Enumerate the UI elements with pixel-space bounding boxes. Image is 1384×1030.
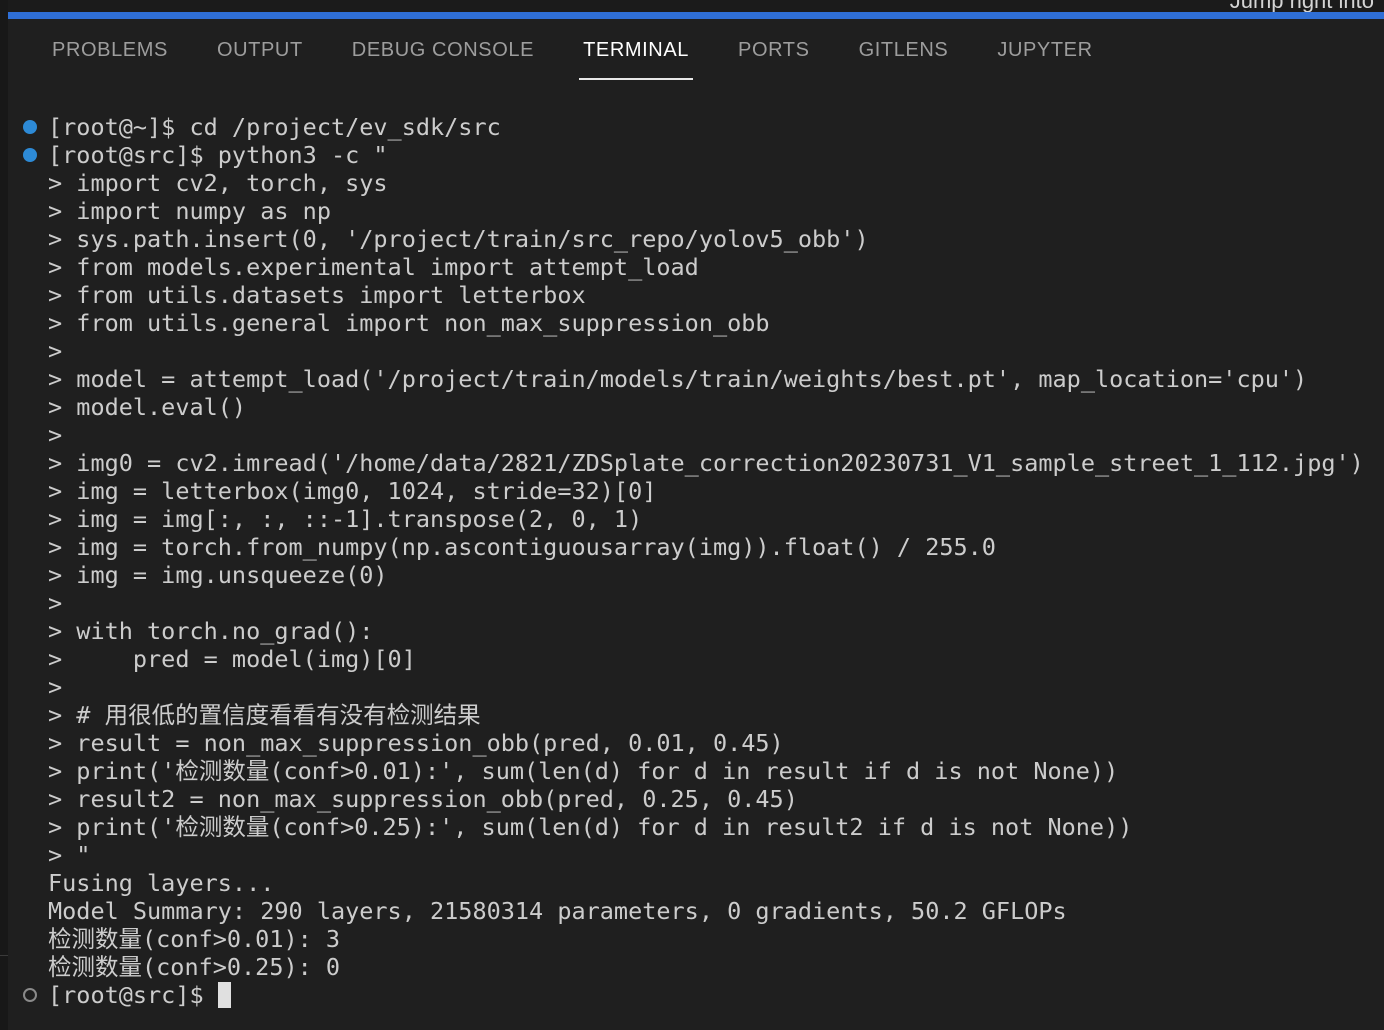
terminal-line: [root@~]$ cd /project/ev_sdk/src [8,113,1384,141]
terminal-line: 检测数量(conf>0.01): 3 [48,925,341,953]
tab-jupyter[interactable]: JUPYTER [993,19,1096,81]
terminal-output[interactable]: [root@~]$ cd /project/ev_sdk/src [root@s… [8,113,1384,1023]
terminal-line: > result2 = non_max_suppression_obb(pred… [48,785,798,813]
terminal-line: > img0 = cv2.imread('/home/data/2821/ZDS… [48,449,1364,477]
command-success-icon[interactable] [23,120,37,134]
panel-accent-bar [8,12,1384,19]
terminal-line: > import cv2, torch, sys [48,169,388,197]
terminal-line: > model = attempt_load('/project/train/m… [48,365,1308,393]
terminal-line: > print('检测数量(conf>0.25):', sum(len(d) f… [48,813,1133,841]
tab-terminal[interactable]: TERMINAL [579,19,693,81]
terminal-line: > print('检测数量(conf>0.01):', sum(len(d) f… [48,757,1119,785]
gutter-divider [0,955,8,956]
terminal-line: > from utils.datasets import letterbox [48,281,586,309]
terminal-line: [root@src]$ python3 -c " [8,141,1384,169]
terminal-line: > result = non_max_suppression_obb(pred,… [48,729,784,757]
terminal-line: > from utils.general import non_max_supp… [48,309,770,337]
terminal-line: > # 用很低的置信度看看有没有检测结果 [48,701,481,729]
tab-problems[interactable]: PROBLEMS [48,19,172,81]
tab-output[interactable]: OUTPUT [213,19,307,81]
panel-tab-bar: PROBLEMS OUTPUT DEBUG CONSOLE TERMINAL P… [8,19,1384,81]
editor-peek-strip: Jump right into [8,0,1384,13]
command-success-icon[interactable] [23,148,37,162]
terminal-line: > " [48,841,91,869]
terminal-line: > [48,337,63,365]
terminal-line: > [48,673,63,701]
terminal-line: > img = torch.from_numpy(np.ascontiguous… [48,533,996,561]
terminal-line: > model.eval() [48,393,247,421]
prompt-text: [root@src]$ [48,981,218,1009]
terminal-line: > from models.experimental import attemp… [48,253,699,281]
terminal-line: > sys.path.insert(0, '/project/train/src… [48,225,869,253]
terminal-cursor [217,982,231,1008]
line-text: [root@src]$ python3 -c " [48,141,388,169]
tab-gitlens[interactable]: GITLENS [855,19,953,81]
terminal-prompt-line[interactable]: [root@src]$ [8,981,1384,1009]
terminal-line: > img = img[:, :, ::-1].transpose(2, 0, … [48,505,643,533]
terminal-line: > [48,589,63,617]
terminal-line: > import numpy as np [48,197,331,225]
line-text: [root@~]$ cd /project/ev_sdk/src [48,113,501,141]
terminal-line: > pred = model(img)[0] [48,645,416,673]
terminal-line: > with torch.no_grad(): [48,617,374,645]
terminal-line: > img = img.unsqueeze(0) [48,561,388,589]
terminal-line: Model Summary: 290 layers, 21580314 para… [48,897,1067,925]
tab-ports[interactable]: PORTS [734,19,814,81]
command-pending-icon[interactable] [23,988,37,1002]
tab-debug-console[interactable]: DEBUG CONSOLE [348,19,538,81]
terminal-line: > img = letterbox(img0, 1024, stride=32)… [48,477,657,505]
terminal-line: > [48,421,63,449]
terminal-line: Fusing layers... [48,869,275,897]
vscode-panel: Jump right into PROBLEMS OUTPUT DEBUG CO… [0,0,1384,1030]
terminal-line: 检测数量(conf>0.25): 0 [48,953,341,981]
left-gutter [0,0,8,1030]
